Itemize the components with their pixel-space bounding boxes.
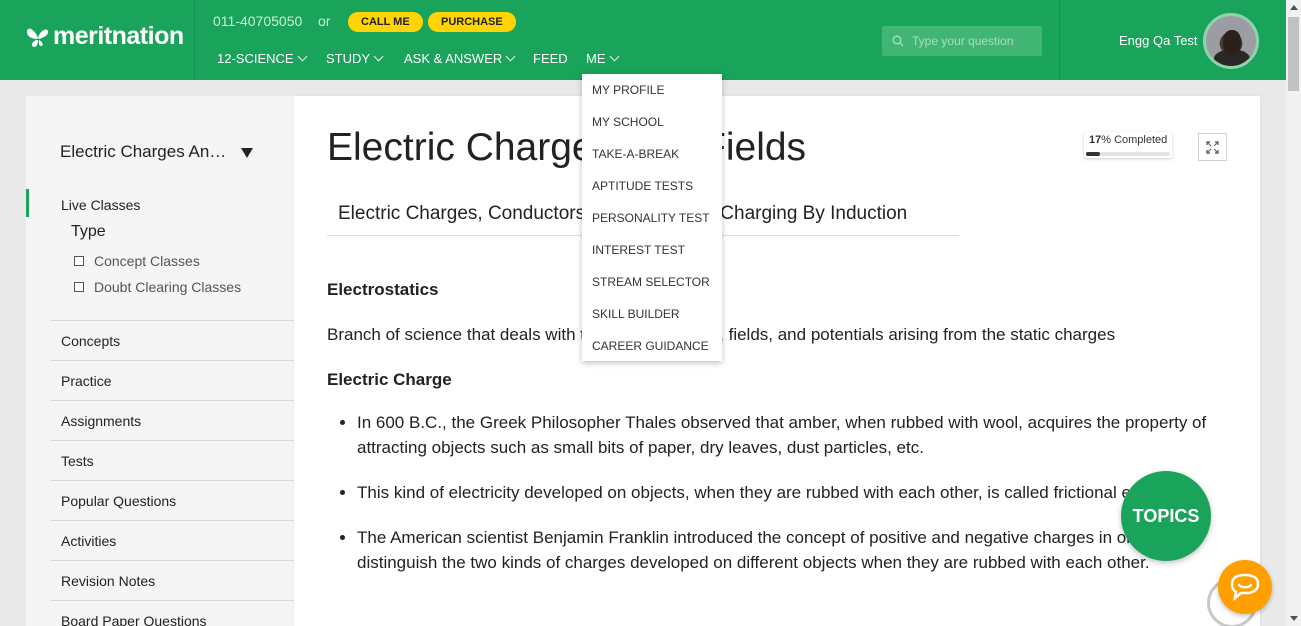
fullscreen-button[interactable] <box>1198 133 1227 161</box>
search-icon <box>892 35 904 47</box>
scroll-thumb[interactable] <box>1288 17 1299 91</box>
nav-label: 12-SCIENCE <box>217 51 294 66</box>
chevron-down-icon <box>373 51 384 62</box>
page-scrollbar[interactable] <box>1286 0 1301 626</box>
filter-concept-classes[interactable]: Concept Classes <box>74 253 200 269</box>
filter-doubt-clearing[interactable]: Doubt Clearing Classes <box>74 279 241 295</box>
user-name[interactable]: Engg Qa Test <box>1119 33 1198 48</box>
list-item: In 600 B.C., the Greek Philosopher Thale… <box>357 410 1237 460</box>
menu-item-take-a-break[interactable]: TAKE-A-BREAK <box>582 144 722 176</box>
nav-label: FEED <box>533 51 568 66</box>
nav-12-science[interactable]: 12-SCIENCE <box>217 51 308 66</box>
sidebar-item-assignments[interactable]: Assignments <box>51 400 294 440</box>
phone-number: 011-40705050 <box>213 13 303 29</box>
filter-label: Doubt Clearing Classes <box>94 279 242 295</box>
progress-label: 17% Completed <box>1089 134 1167 146</box>
menu-item-career-guidance[interactable]: CAREER GUIDANCE <box>582 336 722 368</box>
topics-button[interactable]: TOPICS <box>1121 471 1211 561</box>
meritnation-logo[interactable]: meritnation <box>26 22 184 51</box>
chevron-down-icon <box>297 51 308 62</box>
header-divider <box>194 0 195 80</box>
list-item: The American scientist Benjamin Franklin… <box>357 525 1237 575</box>
sidebar-item-popular-questions[interactable]: Popular Questions <box>51 480 294 520</box>
chapter-selector[interactable]: Electric Charges And Fields <box>60 142 230 162</box>
menu-item-personality-test[interactable]: PERSONALITY TEST <box>582 208 722 240</box>
nav-ask-answer[interactable]: ASK & ANSWER <box>404 51 516 66</box>
sidebar-item-board-paper-questions[interactable]: Board Paper Questions <box>51 600 294 626</box>
progress-value: 17 <box>1089 134 1102 146</box>
section-heading-electrostatics: Electrostatics <box>327 280 439 299</box>
nav-study[interactable]: STUDY <box>326 51 384 66</box>
scroll-up-arrow-icon[interactable] <box>1290 5 1298 10</box>
nav-label: ME <box>586 51 606 66</box>
logo-text: meritnation <box>53 22 184 50</box>
chevron-down-icon <box>609 51 619 62</box>
section-heading-electric-charge: Electric Charge <box>327 370 452 389</box>
type-label: Type <box>71 223 106 240</box>
study-content: Electric Charges And Fields Electric Cha… <box>294 96 1260 626</box>
chevron-down-icon <box>505 51 516 62</box>
bullet-list: In 600 B.C., the Greek Philosopher Thale… <box>357 410 1237 595</box>
top-header: meritnation 011-40705050 or CALL ME PURC… <box>0 0 1286 80</box>
progress-indicator: 17% Completed <box>1084 132 1172 158</box>
caret-down-icon[interactable] <box>241 148 253 158</box>
sidebar-item-practice[interactable]: Practice <box>51 360 294 400</box>
progress-fill <box>1086 152 1101 156</box>
expand-icon <box>1206 140 1219 154</box>
progress-track <box>1086 152 1170 156</box>
checkbox[interactable] <box>74 256 84 266</box>
nav-label: ASK & ANSWER <box>404 51 503 66</box>
scroll-down-arrow-icon[interactable] <box>1290 616 1298 621</box>
me-dropdown-menu: MY PROFILE MY SCHOOL TAKE-A-BREAK APTITU… <box>582 74 722 361</box>
user-avatar[interactable] <box>1203 13 1259 69</box>
menu-item-interest-test[interactable]: INTEREST TEST <box>582 240 722 272</box>
call-me-button[interactable]: CALL ME <box>348 12 423 32</box>
menu-item-aptitude-tests[interactable]: APTITUDE TESTS <box>582 176 722 208</box>
search-input[interactable] <box>912 34 1037 48</box>
sidebar-item-revision-notes[interactable]: Revision Notes <box>51 560 294 600</box>
chapter-sidebar: Electric Charges And Fields Live Classes… <box>26 96 294 626</box>
header-divider <box>1059 0 1060 80</box>
nav-feed[interactable]: FEED <box>533 51 568 66</box>
question-search[interactable] <box>882 26 1042 56</box>
nav-me[interactable]: ME <box>586 51 619 66</box>
menu-item-my-school[interactable]: MY SCHOOL <box>582 112 722 144</box>
live-classes-heading[interactable]: Live Classes <box>61 197 140 213</box>
list-item: This kind of electricity developed on ob… <box>357 480 1237 505</box>
or-text: or <box>318 13 331 29</box>
sidebar-item-tests[interactable]: Tests <box>51 440 294 480</box>
active-indicator <box>26 189 29 217</box>
menu-item-stream-selector[interactable]: STREAM SELECTOR <box>582 272 722 304</box>
butterfly-icon <box>27 28 48 47</box>
checkbox[interactable] <box>74 282 84 292</box>
purchase-button[interactable]: PURCHASE <box>428 12 516 32</box>
sidebar-item-concepts[interactable]: Concepts <box>51 320 294 360</box>
chat-bubble-icon <box>1230 573 1260 602</box>
sidebar-item-activities[interactable]: Activities <box>51 520 294 560</box>
menu-item-skill-builder[interactable]: SKILL BUILDER <box>582 304 722 336</box>
filter-label: Concept Classes <box>94 253 200 269</box>
menu-item-my-profile[interactable]: MY PROFILE <box>582 80 722 112</box>
nav-label: STUDY <box>326 51 371 66</box>
progress-suffix: % Completed <box>1101 134 1168 146</box>
chat-button[interactable] <box>1218 560 1272 614</box>
avatar-face <box>1223 30 1241 54</box>
page-title: Electric Charges And Fields <box>327 126 807 169</box>
